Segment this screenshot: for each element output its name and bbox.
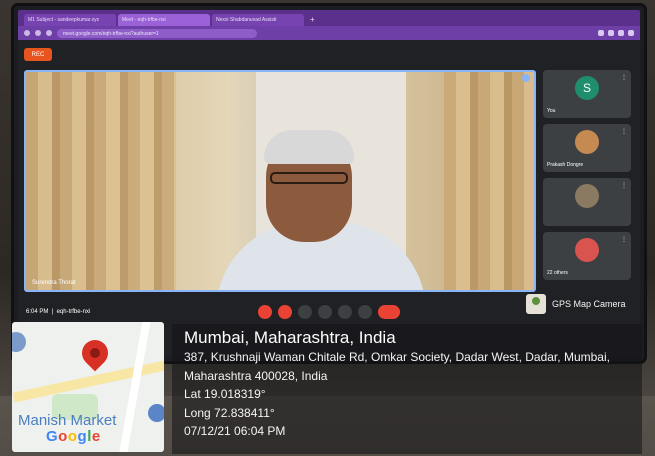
pin-icon[interactable] <box>522 74 530 82</box>
extension-icon[interactable] <box>598 30 604 36</box>
back-icon[interactable] <box>24 30 30 36</box>
more-icon[interactable]: ⋮ <box>621 182 627 189</box>
google-logo-letter: g <box>77 428 88 445</box>
main-participant-name: Surendra Thorat <box>32 280 76 286</box>
avatar <box>575 238 599 262</box>
side-tile-name: You <box>547 108 556 114</box>
address-bar: meet.google.com/eqh-trfbe-nxi?authuser=1 <box>18 26 640 40</box>
longitude: Long 72.838411° <box>184 405 275 420</box>
browser-tab-strip: M1 Subject - sandeepkumar.xyz Meet - eqh… <box>18 10 640 26</box>
map-place-label: Manish Market <box>18 412 117 429</box>
side-tile-participant[interactable]: ⋮ Prakash Dongre <box>543 124 631 172</box>
google-logo: Google <box>46 428 101 445</box>
video-curtain-right <box>444 72 534 290</box>
address-line-1: 387, Krushnaji Waman Chitale Rd, Omkar S… <box>184 350 561 364</box>
side-tile-name: 22 others <box>547 270 568 276</box>
forward-icon[interactable] <box>35 30 41 36</box>
side-tile-name: Prakash Dongre <box>547 162 584 168</box>
main-video-tile[interactable]: Surendra Thorat <box>24 70 536 292</box>
location-title: Mumbai, Maharashtra, India <box>184 328 396 347</box>
new-tab-icon[interactable]: + <box>306 14 319 26</box>
browser-tab-1[interactable]: M1 Subject - sandeepkumar.xyz <box>24 14 116 26</box>
avatar <box>575 184 599 208</box>
datetime: 07/12/21 06:04 PM <box>184 424 286 438</box>
map-road <box>116 322 152 452</box>
raise-hand-icon[interactable] <box>318 305 332 319</box>
extension-icon[interactable] <box>618 30 624 36</box>
meeting-details: 6:04 PM | eqh-trfbe-nxi <box>26 309 91 315</box>
side-tile-others[interactable]: ⋮ 22 others <box>543 232 631 280</box>
url-input[interactable]: meet.google.com/eqh-trfbe-nxi?authuser=1 <box>57 28 257 38</box>
meeting-time: 6:04 PM <box>26 309 49 315</box>
gps-app-name: GPS Map Camera <box>552 299 626 309</box>
more-icon[interactable]: ⋮ <box>621 236 627 243</box>
camera-off-icon[interactable] <box>278 305 292 319</box>
gps-info-panel: Mumbai, Maharashtra, India 387, Krushnaj… <box>172 324 642 454</box>
participant-glasses <box>270 172 348 184</box>
meeting-code: eqh-trfbe-nxi <box>56 309 91 315</box>
captions-icon[interactable] <box>298 305 312 319</box>
gps-app-brand: GPS Map Camera <box>526 294 626 314</box>
record-button[interactable]: REC <box>24 48 52 61</box>
more-options-icon[interactable] <box>358 305 372 319</box>
latitude: Lat 19.018319° <box>184 387 266 401</box>
call-controls <box>258 305 400 319</box>
mic-off-icon[interactable] <box>258 305 272 319</box>
browser-extension-icons <box>598 30 634 36</box>
map-poi-icon <box>148 404 164 422</box>
google-logo-letter: o <box>67 428 78 445</box>
gps-camera-logo-icon <box>526 294 546 314</box>
google-logo-letter: o <box>58 428 68 445</box>
reload-icon[interactable] <box>46 30 52 36</box>
video-curtain-left <box>26 72 176 290</box>
end-call-button[interactable] <box>378 305 400 319</box>
address-text: 387, Krushnaji Waman Chitale Rd, Omkar S… <box>184 348 634 385</box>
avatar: S <box>575 76 599 100</box>
profile-icon[interactable] <box>628 30 634 36</box>
side-tile-participant[interactable]: ⋮ <box>543 178 631 226</box>
side-tile-you[interactable]: ⋮ S You <box>543 70 631 118</box>
map-poi-icon <box>12 332 26 352</box>
google-logo-letter: e <box>91 428 101 445</box>
google-logo-letter: G <box>46 428 59 445</box>
browser-tab-3[interactable]: Nexxi Shabdanuvad Assisti <box>212 14 304 26</box>
extension-icon[interactable] <box>608 30 614 36</box>
more-icon[interactable]: ⋮ <box>621 74 627 81</box>
browser-tab-2[interactable]: Meet - eqh-trfbe-nxi <box>118 14 210 26</box>
participant-hair <box>264 130 354 164</box>
present-icon[interactable] <box>338 305 352 319</box>
location-pin-icon <box>76 334 114 372</box>
more-icon[interactable]: ⋮ <box>621 128 627 135</box>
avatar <box>575 130 599 154</box>
location-map: Manish Market Google <box>12 322 164 452</box>
